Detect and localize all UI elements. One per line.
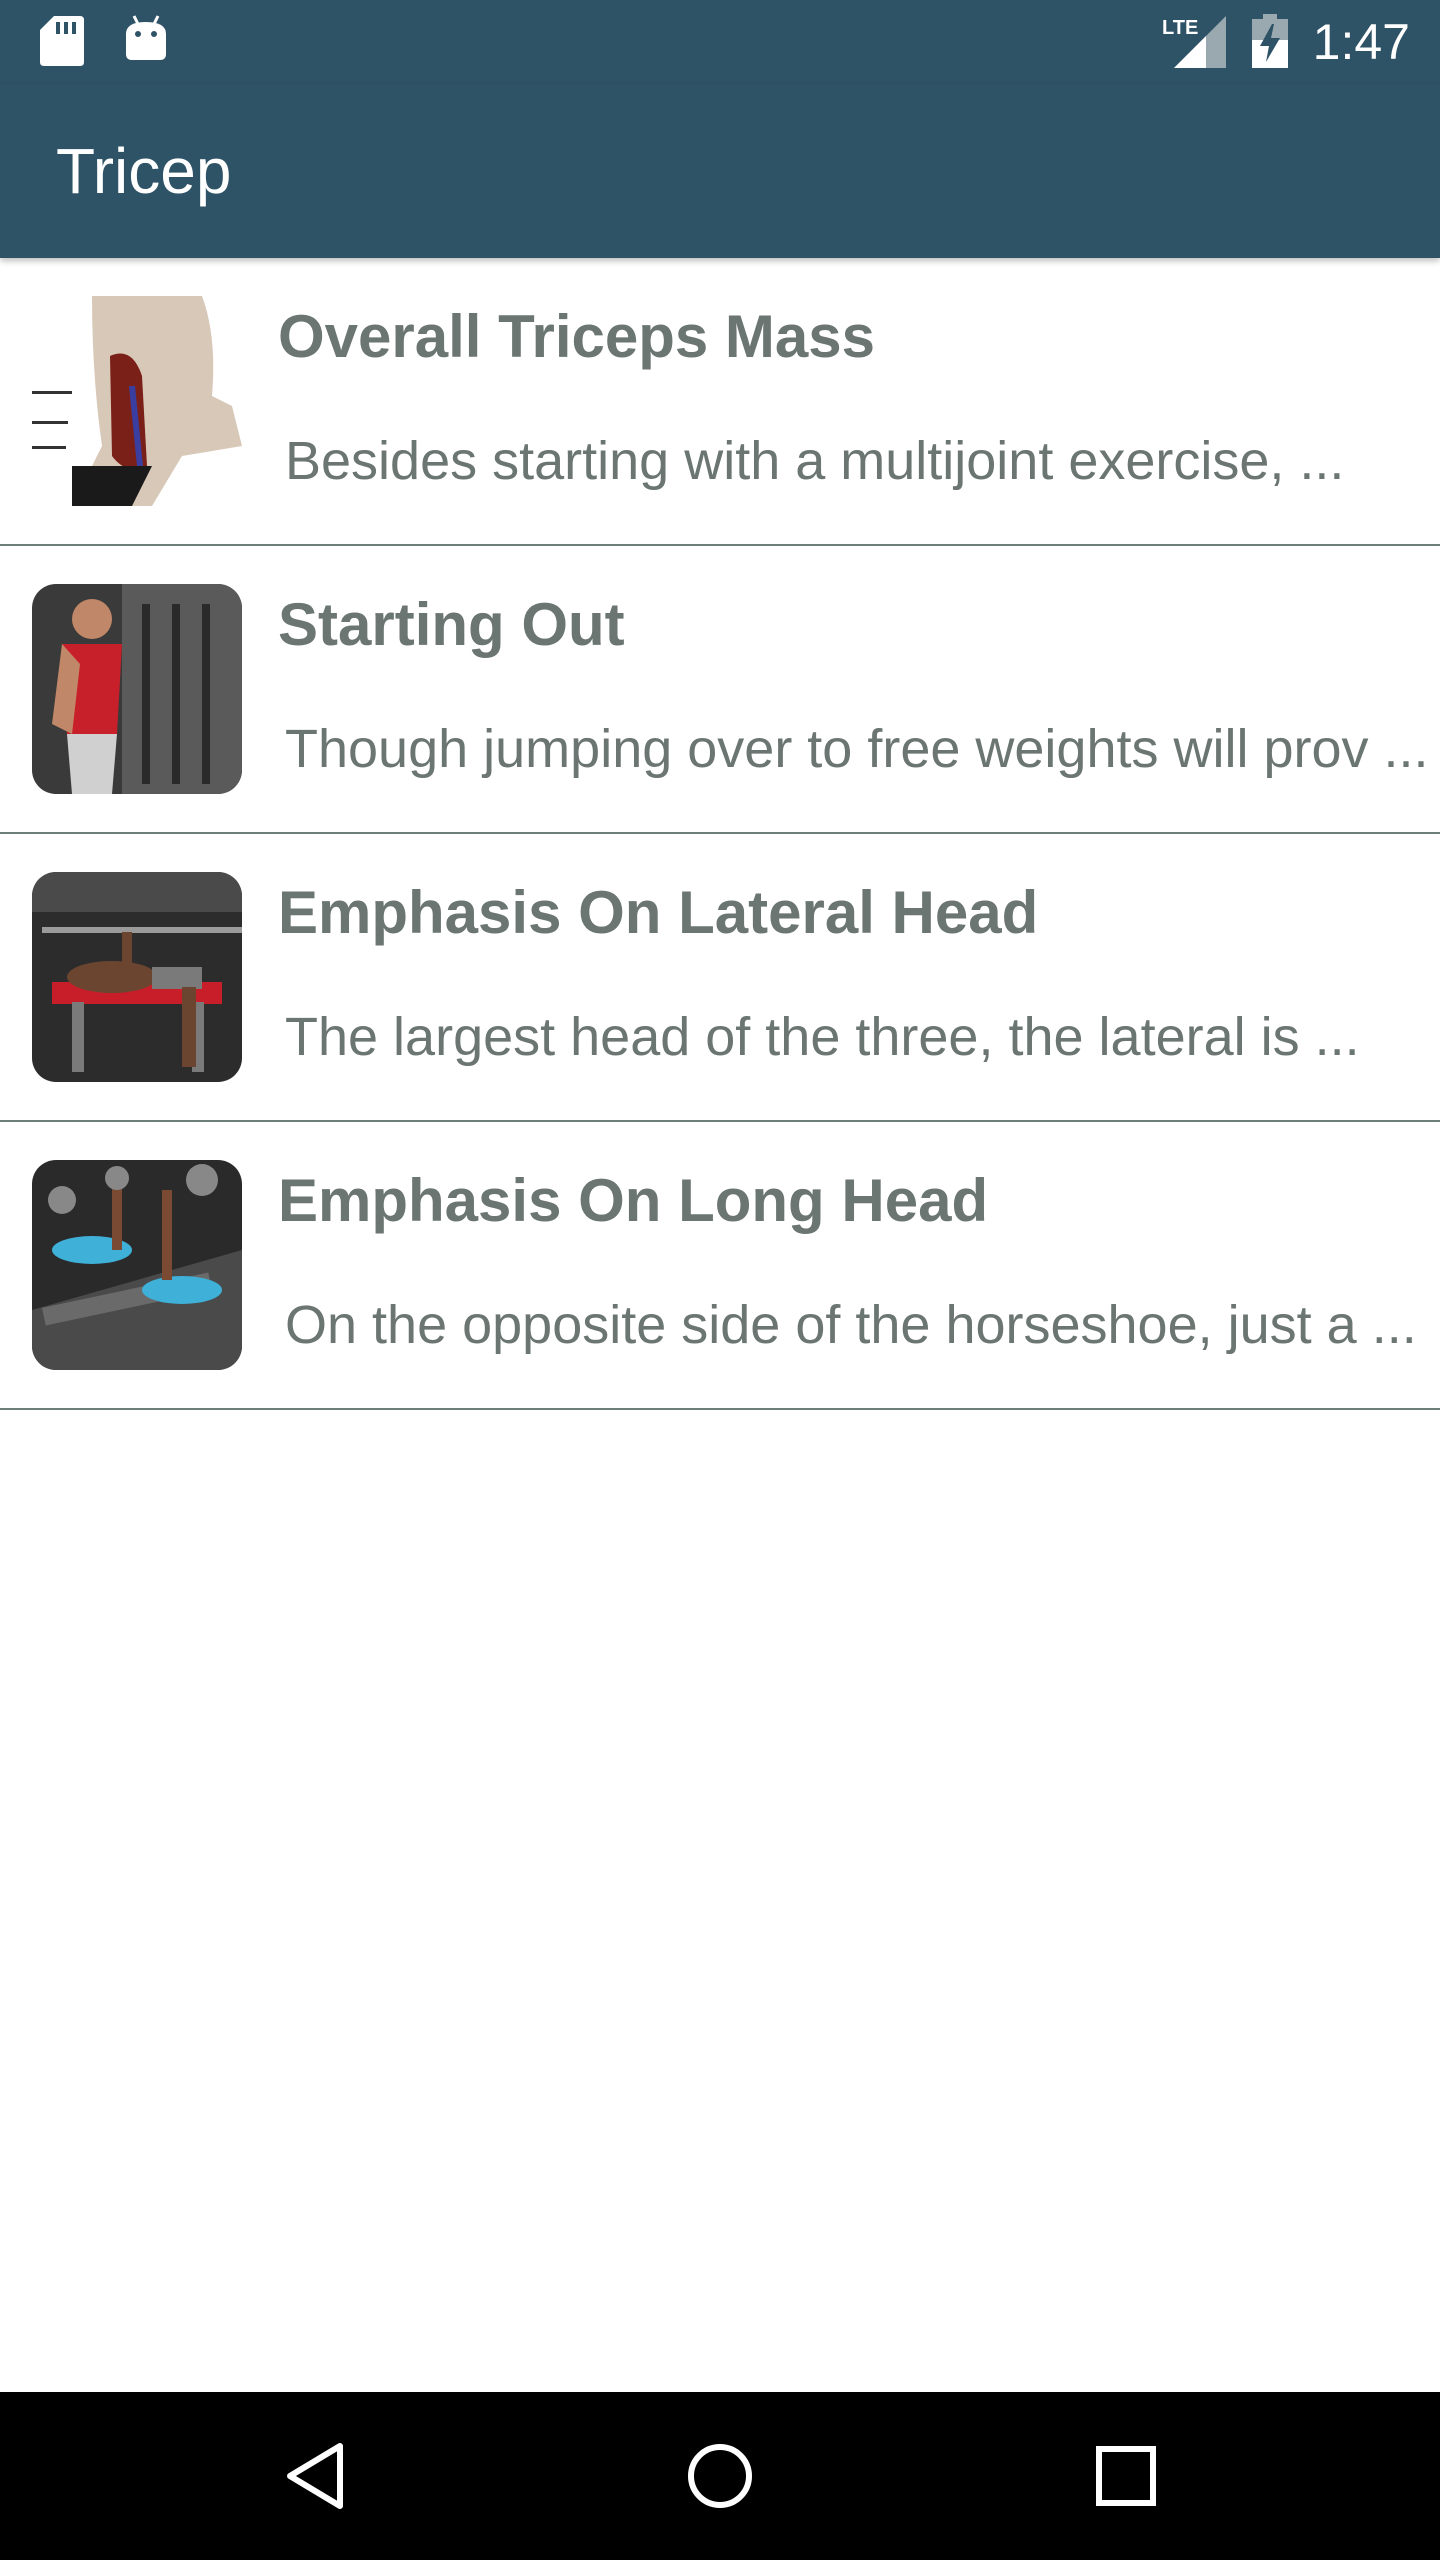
list-item[interactable]: Emphasis On Long Head On the opposite si… — [0, 1122, 1440, 1410]
item-description: Though jumping over to free weights will… — [285, 719, 1429, 779]
status-bar: LTE 1:47 — [0, 0, 1440, 84]
item-description: Besides starting with a multijoint exerc… — [285, 431, 1345, 491]
item-title: Emphasis On Long Head — [278, 1167, 989, 1234]
back-icon[interactable] — [276, 2436, 356, 2516]
list-item[interactable]: Emphasis On Lateral Head The largest hea… — [0, 834, 1440, 1122]
sd-card-icon — [40, 16, 84, 66]
exercise-list: Overall Triceps Mass Besides starting wi… — [0, 258, 1440, 1410]
app-bar: Tricep — [0, 84, 1440, 258]
battery-charging-icon — [1252, 14, 1288, 68]
triceps-anatomy-image — [32, 296, 242, 506]
list-item[interactable]: Overall Triceps Mass Besides starting wi… — [0, 258, 1440, 546]
recents-icon[interactable] — [1086, 2436, 1166, 2516]
home-icon[interactable] — [680, 2436, 760, 2516]
clock: 1:47 — [1312, 14, 1410, 70]
list-item[interactable]: Starting Out Though jumping over to free… — [0, 546, 1440, 834]
item-title: Starting Out — [278, 591, 625, 658]
cable-pushdown-image — [32, 584, 242, 794]
close-grip-bench-image — [32, 872, 242, 1082]
lte-signal-icon: LTE — [1162, 16, 1226, 68]
dumbbell-extension-image — [32, 1160, 242, 1370]
item-description: On the opposite side of the horseshoe, j… — [285, 1295, 1417, 1355]
page-title: Tricep — [56, 135, 232, 207]
item-description: The largest head of the three, the later… — [285, 1007, 1360, 1067]
android-icon — [126, 15, 166, 60]
navigation-bar — [0, 2392, 1440, 2560]
item-title: Overall Triceps Mass — [278, 303, 876, 370]
network-type: LTE — [1162, 17, 1198, 39]
item-title: Emphasis On Lateral Head — [278, 879, 1039, 946]
